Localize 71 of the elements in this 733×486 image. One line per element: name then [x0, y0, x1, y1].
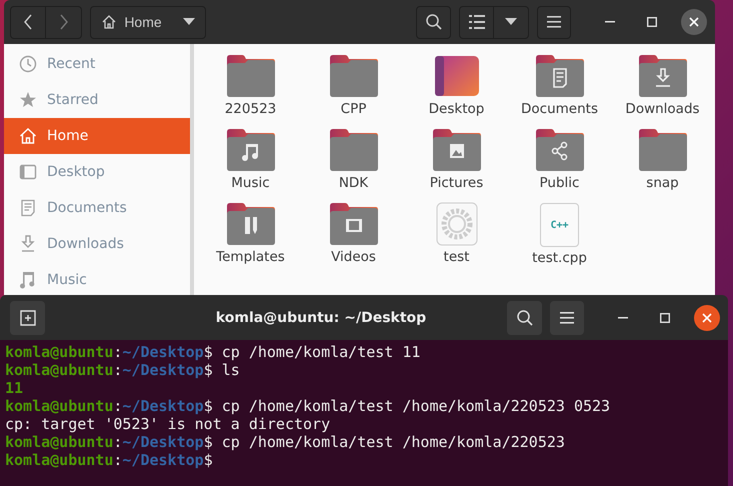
forward-button[interactable]: [46, 6, 82, 38]
file-name[interactable]: test.cpp: [532, 250, 587, 266]
music-folder-icon[interactable]: [224, 128, 276, 172]
file-name[interactable]: Pictures: [430, 175, 484, 191]
back-button[interactable]: [10, 6, 46, 38]
file-name[interactable]: NDK: [338, 175, 368, 191]
file-name[interactable]: Public: [540, 175, 580, 191]
close-icon: [689, 17, 699, 27]
templates-folder-icon[interactable]: [224, 202, 276, 246]
chevron-right-icon: [58, 14, 68, 30]
terminal-line: komla@ubuntu:~/Desktop$ cp /home/komla/test 11: [5, 343, 422, 361]
file-type-label: C++: [550, 220, 569, 230]
caret-icon: [182, 18, 195, 26]
list-icon: [468, 15, 484, 29]
file-name[interactable]: snap: [646, 175, 679, 191]
document-icon: [19, 199, 37, 217]
caret-icon: [505, 18, 517, 26]
file-name[interactable]: Downloads: [625, 101, 700, 117]
view-options-button[interactable]: [494, 6, 529, 38]
sidebar-item[interactable]: Home: [4, 118, 190, 154]
window-title: komla@ubuntu: ~/Desktop: [214, 310, 428, 326]
menu-icon: [560, 312, 574, 324]
chevron-left-icon: [23, 14, 33, 30]
home-icon: [19, 127, 37, 145]
menu-button[interactable]: [550, 300, 584, 334]
path-button[interactable]: Home: [90, 6, 206, 38]
folder-icon[interactable]: [636, 128, 688, 172]
home-icon: [101, 14, 117, 30]
image-folder-icon[interactable]: [430, 128, 482, 172]
download-folder-icon[interactable]: [636, 54, 688, 98]
file-name[interactable]: Desktop: [428, 101, 484, 117]
terminal-line: cp: target '0523' is not a directory: [5, 415, 332, 433]
terminal-line: komla@ubuntu:~/Desktop$ ls: [5, 361, 241, 379]
menu-button[interactable]: [537, 6, 571, 38]
clock-icon: [19, 55, 37, 73]
minimize-icon: [605, 21, 615, 23]
terminal-line: komla@ubuntu:~/Desktop$ cp /home/komla/test /home/komla/220523 0523: [5, 397, 612, 415]
close-icon: [702, 312, 712, 322]
minimize-icon: [618, 316, 628, 318]
music-icon: [19, 271, 37, 289]
terminal-line: 11: [5, 379, 24, 397]
new-tab-button[interactable]: [10, 300, 45, 334]
file-name[interactable]: Videos: [331, 249, 376, 265]
star-icon: [19, 91, 37, 109]
new-tab-icon: [20, 310, 36, 326]
document-folder-icon[interactable]: [534, 54, 586, 98]
terminal-line: komla@ubuntu:~/Desktop$ cp /home/komla/test /home/komla/220523: [5, 433, 566, 451]
terminal-line: komla@ubuntu:~/Desktop$: [5, 451, 214, 469]
close-button[interactable]: [681, 9, 707, 35]
file-name[interactable]: Music: [231, 175, 270, 191]
download-icon: [19, 235, 37, 253]
close-button[interactable]: [694, 304, 720, 330]
maximize-icon: [647, 17, 657, 27]
menu-icon: [547, 16, 561, 28]
film-folder-icon[interactable]: [328, 202, 380, 246]
search-icon: [516, 308, 534, 326]
folder-icon[interactable]: [224, 54, 276, 98]
list-view-button[interactable]: [459, 6, 494, 38]
file-name[interactable]: Templates: [216, 249, 285, 265]
file-name[interactable]: Documents: [521, 101, 598, 117]
file-name[interactable]: CPP: [340, 101, 366, 117]
share-folder-icon[interactable]: [534, 128, 586, 172]
search-icon: [424, 13, 442, 31]
file-name[interactable]: test: [444, 249, 470, 265]
desktop-icon: [19, 163, 37, 181]
search-button[interactable]: [416, 6, 451, 38]
folder-icon[interactable]: [328, 54, 380, 98]
maximize-icon: [660, 312, 670, 322]
file-name[interactable]: 220523: [224, 101, 276, 117]
search-button[interactable]: [507, 300, 542, 334]
folder-icon[interactable]: [328, 128, 380, 172]
